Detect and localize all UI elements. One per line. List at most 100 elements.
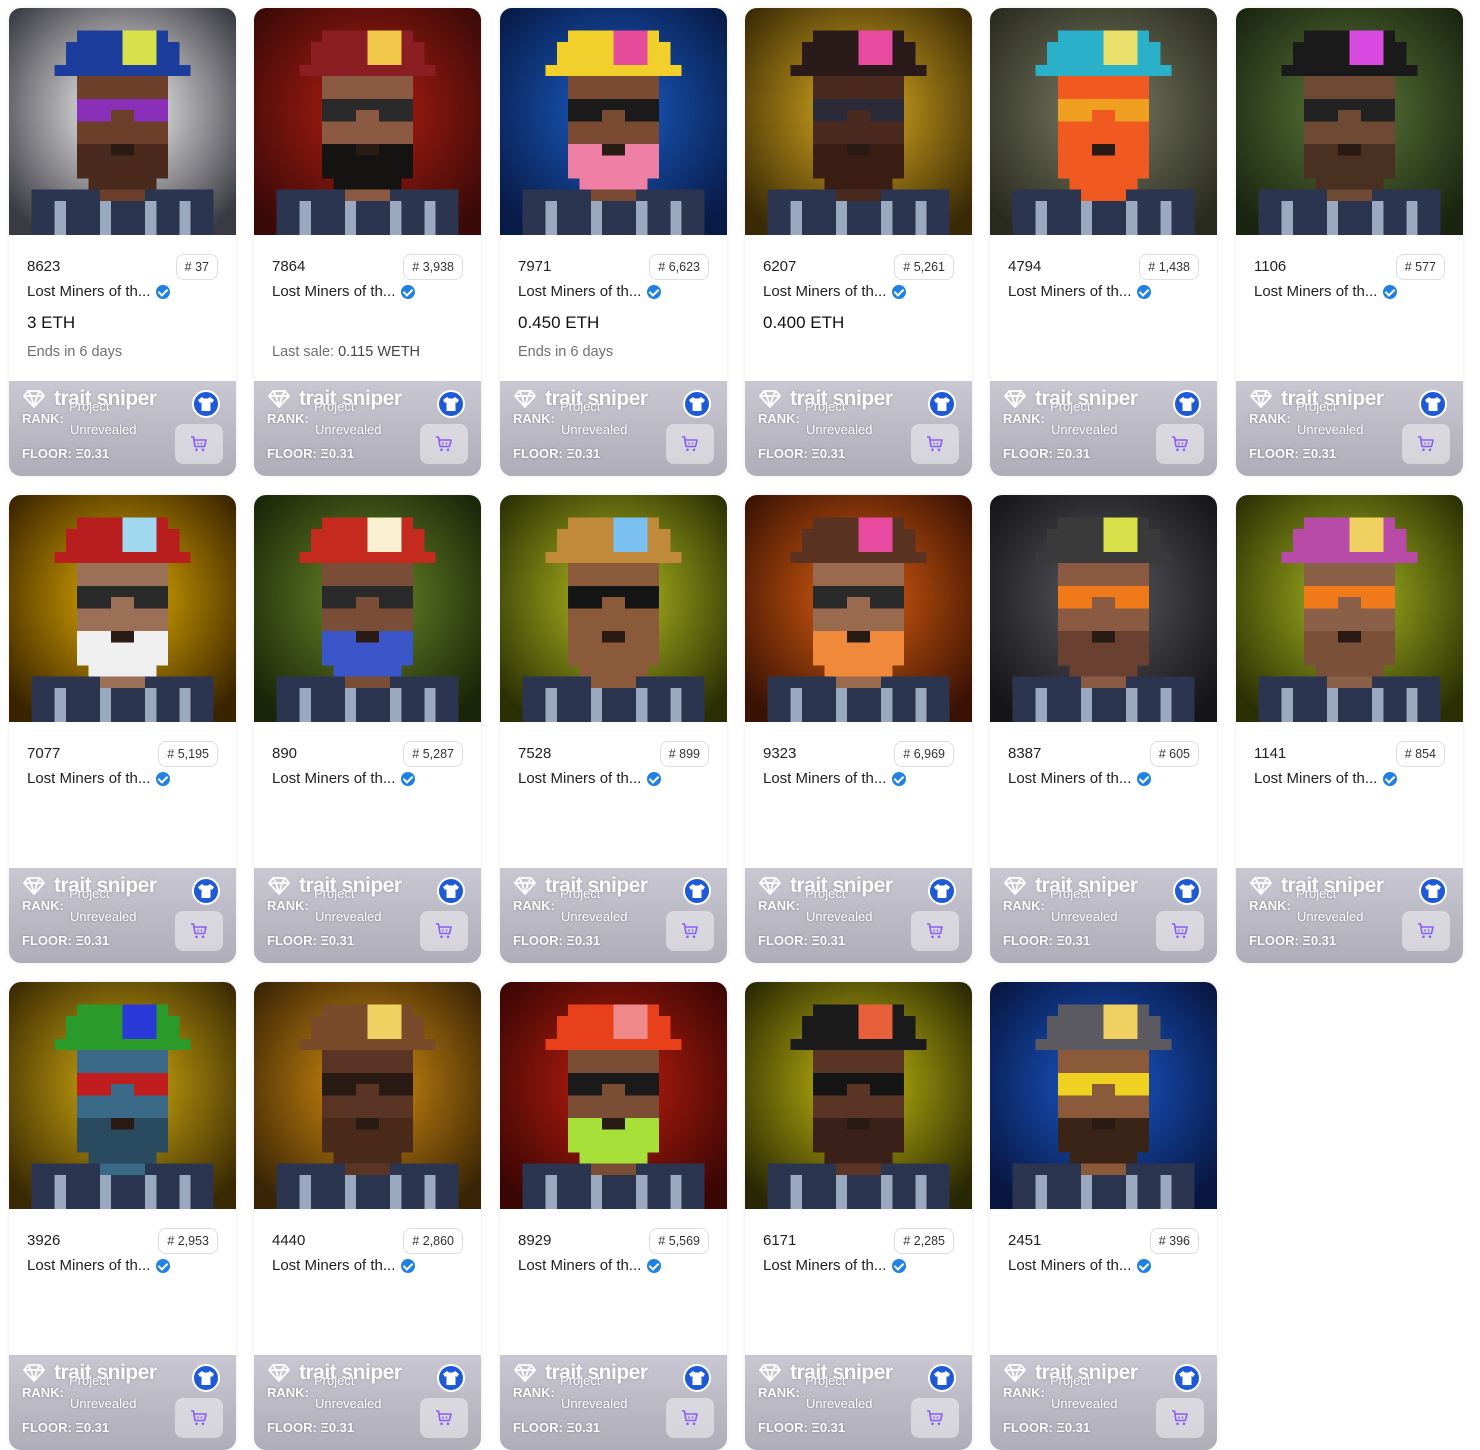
tshirt-icon[interactable] [437, 390, 465, 418]
nft-image[interactable] [9, 982, 236, 1209]
nft-image[interactable] [990, 982, 1217, 1209]
nft-image[interactable] [1236, 8, 1463, 235]
add-to-cart-button[interactable] [1156, 424, 1204, 464]
add-to-cart-button[interactable] [666, 911, 714, 951]
nft-image[interactable] [9, 495, 236, 722]
trait-sniper-bar: trait sniper Project RANK: Unrevealed FL… [1236, 868, 1463, 963]
nft-image[interactable] [990, 8, 1217, 235]
add-to-cart-button[interactable] [175, 424, 223, 464]
floor-price: FLOOR: Ξ0.31 [22, 446, 110, 461]
nft-card[interactable]: 6171 # 2,285 Lost Miners of th... trait … [745, 982, 972, 1450]
add-to-cart-button[interactable] [666, 424, 714, 464]
tshirt-icon[interactable] [683, 1364, 711, 1392]
nft-image[interactable] [254, 495, 481, 722]
collection-name-text: Lost Miners of th... [27, 1257, 151, 1274]
nft-image[interactable] [1236, 495, 1463, 722]
collection-name[interactable]: Lost Miners of th... [27, 770, 171, 787]
collection-name[interactable]: Lost Miners of th... [272, 283, 416, 300]
nft-card[interactable]: 2451 # 396 Lost Miners of th... trait sn… [990, 982, 1217, 1450]
rarity-rank-badge: # 6,623 [649, 254, 709, 280]
tshirt-icon[interactable] [1173, 877, 1201, 905]
collection-name[interactable]: Lost Miners of th... [1008, 1257, 1152, 1274]
add-to-cart-button[interactable] [420, 911, 468, 951]
nft-image[interactable] [500, 8, 727, 235]
tshirt-icon[interactable] [1419, 390, 1447, 418]
add-to-cart-button[interactable] [1402, 424, 1450, 464]
add-to-cart-button[interactable] [420, 424, 468, 464]
nft-image[interactable] [745, 982, 972, 1209]
nft-card[interactable]: 1106 # 577 Lost Miners of th... trait sn… [1236, 8, 1463, 476]
nft-card[interactable]: 8387 # 605 Lost Miners of th... trait sn… [990, 495, 1217, 963]
nft-card[interactable]: 7864 # 3,938 Lost Miners of th... Last s… [254, 8, 481, 476]
nft-image[interactable] [254, 8, 481, 235]
add-to-cart-button[interactable] [666, 1398, 714, 1438]
collection-name[interactable]: Lost Miners of th... [1254, 770, 1398, 787]
nft-image[interactable] [745, 495, 972, 722]
nft-card[interactable]: 7077 # 5,195 Lost Miners of th... trait … [9, 495, 236, 963]
rarity-rank-badge: # 2,285 [894, 1228, 954, 1254]
project-label: Project [560, 886, 601, 901]
add-to-cart-button[interactable] [1156, 911, 1204, 951]
collection-name[interactable]: Lost Miners of th... [272, 1257, 416, 1274]
add-to-cart-button[interactable] [911, 424, 959, 464]
collection-name[interactable]: Lost Miners of th... [1008, 770, 1152, 787]
tshirt-icon[interactable] [1173, 390, 1201, 418]
collection-name[interactable]: Lost Miners of th... [27, 283, 171, 300]
add-to-cart-button[interactable] [911, 911, 959, 951]
rank-value: Unrevealed [70, 1396, 137, 1411]
nft-image[interactable] [9, 8, 236, 235]
collection-name[interactable]: Lost Miners of th... [763, 1257, 907, 1274]
nft-image[interactable] [745, 8, 972, 235]
rank-value: Unrevealed [315, 422, 382, 437]
nft-card[interactable]: 9323 # 6,969 Lost Miners of th... trait … [745, 495, 972, 963]
nft-card[interactable]: 1141 # 854 Lost Miners of th... trait sn… [1236, 495, 1463, 963]
tshirt-icon[interactable] [928, 1364, 956, 1392]
diamond-icon [1250, 877, 1272, 895]
nft-image[interactable] [990, 495, 1217, 722]
collection-name[interactable]: Lost Miners of th... [27, 1257, 171, 1274]
nft-image[interactable] [500, 982, 727, 1209]
nft-image[interactable] [254, 982, 481, 1209]
nft-card[interactable]: 4794 # 1,438 Lost Miners of th... trait … [990, 8, 1217, 476]
tshirt-icon[interactable] [192, 877, 220, 905]
collection-name[interactable]: Lost Miners of th... [763, 770, 907, 787]
collection-name[interactable]: Lost Miners of th... [1008, 283, 1152, 300]
verified-badge-icon [156, 1258, 171, 1273]
tshirt-icon[interactable] [1173, 1364, 1201, 1392]
nft-card[interactable]: 8623 # 37 Lost Miners of th... 3 ETH End… [9, 8, 236, 476]
tshirt-icon[interactable] [683, 390, 711, 418]
add-to-cart-button[interactable] [1402, 911, 1450, 951]
nft-card[interactable]: 7528 # 899 Lost Miners of th... trait sn… [500, 495, 727, 963]
tshirt-icon[interactable] [437, 1364, 465, 1392]
tshirt-icon[interactable] [1419, 877, 1447, 905]
nft-card[interactable]: 7971 # 6,623 Lost Miners of th... 0.450 … [500, 8, 727, 476]
trait-sniper-bar: trait sniper Project RANK: Unrevealed FL… [254, 381, 481, 476]
nft-card[interactable]: 4440 # 2,860 Lost Miners of th... trait … [254, 982, 481, 1450]
collection-name[interactable]: Lost Miners of th... [272, 770, 416, 787]
tshirt-icon[interactable] [192, 390, 220, 418]
floor-price: FLOOR: Ξ0.31 [22, 1420, 110, 1435]
collection-name[interactable]: Lost Miners of th... [763, 283, 907, 300]
tshirt-icon[interactable] [928, 390, 956, 418]
collection-name[interactable]: Lost Miners of th... [518, 1257, 662, 1274]
nft-card[interactable]: 6207 # 5,261 Lost Miners of th... 0.400 … [745, 8, 972, 476]
add-to-cart-button[interactable] [1156, 1398, 1204, 1438]
tshirt-icon[interactable] [683, 877, 711, 905]
nft-card[interactable]: 890 # 5,287 Lost Miners of th... trait s… [254, 495, 481, 963]
add-to-cart-button[interactable] [175, 911, 223, 951]
nft-card[interactable]: 8929 # 5,569 Lost Miners of th... trait … [500, 982, 727, 1450]
nft-card[interactable]: 3926 # 2,953 Lost Miners of th... trait … [9, 982, 236, 1450]
tshirt-icon[interactable] [192, 1364, 220, 1392]
collection-name[interactable]: Lost Miners of th... [1254, 283, 1398, 300]
collection-name[interactable]: Lost Miners of th... [518, 770, 662, 787]
collection-name[interactable]: Lost Miners of th... [518, 283, 662, 300]
rank-label: RANK: [1003, 1385, 1045, 1400]
add-to-cart-button[interactable] [420, 1398, 468, 1438]
rarity-rank-badge: # 396 [1149, 1228, 1199, 1254]
add-to-cart-button[interactable] [175, 1398, 223, 1438]
nft-image[interactable] [500, 495, 727, 722]
tshirt-icon[interactable] [437, 877, 465, 905]
tshirt-icon[interactable] [928, 877, 956, 905]
verified-badge-icon [647, 771, 662, 786]
add-to-cart-button[interactable] [911, 1398, 959, 1438]
